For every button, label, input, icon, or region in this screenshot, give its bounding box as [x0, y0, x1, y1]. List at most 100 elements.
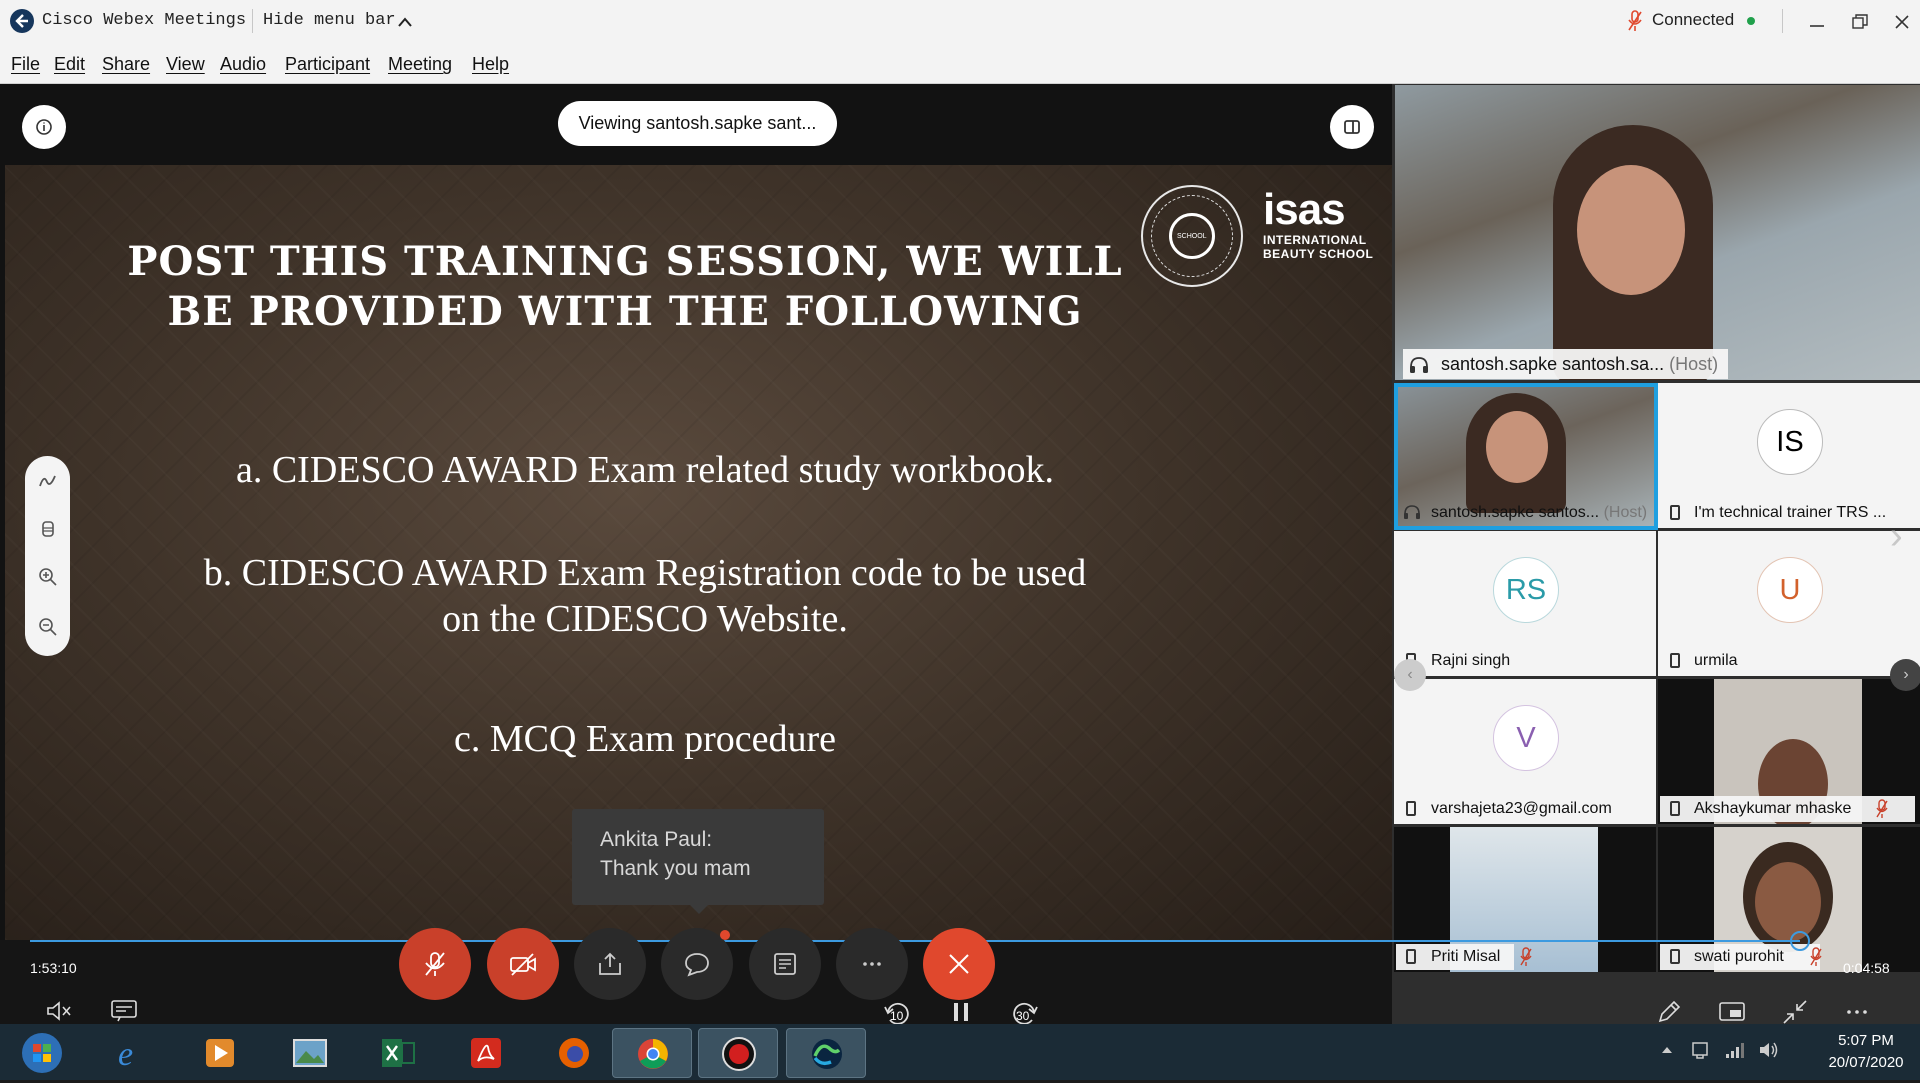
exit-fullscreen-icon[interactable]	[1782, 999, 1808, 1025]
captions-icon[interactable]	[110, 999, 138, 1023]
scroll-left-button[interactable]: ‹	[1394, 659, 1426, 691]
title-bar: Cisco Webex Meetings Hide menu bar Conne…	[0, 0, 1920, 42]
headset-icon	[1404, 505, 1420, 519]
zoom-out-icon[interactable]	[37, 616, 59, 638]
active-speaker-video[interactable]	[1395, 85, 1920, 380]
window-title: Cisco Webex Meetings	[42, 11, 247, 30]
pen-icon[interactable]	[37, 470, 59, 492]
more-icon	[863, 962, 881, 966]
mic-off-icon	[425, 952, 445, 976]
participant-name: Priti Misal	[1431, 948, 1501, 965]
scroll-right-button[interactable]: ›	[1890, 659, 1920, 691]
mute-button[interactable]	[399, 928, 471, 1000]
taskbar-acrobat[interactable]	[446, 1028, 526, 1078]
more-icon[interactable]	[1843, 1002, 1871, 1022]
speaker-mute-icon[interactable]	[46, 1000, 72, 1022]
layout-icon	[1344, 120, 1360, 134]
chat-unread-badge	[720, 930, 730, 940]
isas-logo: isas INTERNATIONAL BEAUTY SCHOOL	[1263, 185, 1374, 262]
participant-avatar: RS	[1493, 557, 1559, 623]
taskbar-webex[interactable]	[786, 1028, 866, 1078]
chat-message: Thank you mam	[600, 857, 751, 880]
pause-icon[interactable]	[951, 1000, 971, 1024]
restore-icon	[1852, 14, 1868, 29]
connection-status: Connected	[1652, 10, 1735, 29]
notes-button[interactable]	[749, 928, 821, 1000]
zoom-in-icon[interactable]	[37, 566, 59, 588]
taskbar-excel[interactable]	[358, 1028, 438, 1078]
chevron-up-icon[interactable]	[398, 17, 412, 27]
hide-menu-bar-button[interactable]: Hide menu bar	[263, 11, 396, 30]
menu-meeting[interactable]: Meeting	[388, 54, 452, 75]
slide-item-b-line1: b. CIDESCO AWARD Exam Registration code …	[203, 552, 1087, 594]
chat-notification[interactable]: Ankita Paul: Thank you mam	[572, 809, 824, 905]
participant-name: varshajeta23@gmail.com	[1431, 800, 1612, 817]
menu-view[interactable]: View	[166, 54, 205, 75]
muted-mic-icon	[1876, 799, 1888, 818]
menu-participant[interactable]: Participant	[285, 54, 370, 75]
phone-icon	[1670, 801, 1680, 816]
annotate-pencil-icon[interactable]	[1655, 998, 1683, 1026]
stop-video-button[interactable]	[487, 928, 559, 1000]
phone-icon	[1670, 653, 1680, 668]
taskbar-media-player[interactable]	[180, 1028, 260, 1078]
participant-name: I'm technical trainer TRS ...	[1694, 504, 1887, 521]
close-button[interactable]	[1880, 6, 1920, 36]
playback-progress-bar[interactable]	[30, 940, 1800, 942]
phone-icon	[1670, 949, 1680, 964]
phone-icon	[1670, 505, 1680, 520]
menu-file[interactable]: File	[11, 54, 40, 75]
signal-icon[interactable]	[1724, 1040, 1744, 1060]
volume-icon[interactable]	[1758, 1040, 1780, 1060]
participant-avatar: U	[1757, 557, 1823, 623]
elapsed-time: 1:53:10	[30, 960, 77, 976]
menu-edit[interactable]: Edit	[54, 54, 85, 75]
media-player-icon	[206, 1039, 234, 1067]
acrobat-icon	[471, 1038, 501, 1068]
taskbar-firefox[interactable]	[534, 1028, 614, 1078]
participant-name: Rajni singh	[1431, 652, 1511, 669]
restore-button[interactable]	[1838, 6, 1882, 36]
minimize-icon	[1810, 25, 1824, 27]
slide-title: POST THIS TRAINING SESSION, WE WILL BE P…	[127, 238, 1123, 335]
next-page-arrow-icon[interactable]: ›	[1890, 515, 1903, 558]
info-icon	[36, 119, 52, 135]
layout-toggle-button[interactable]	[1330, 105, 1374, 149]
webex-back-icon[interactable]	[10, 9, 34, 33]
system-clock[interactable]: 5:07 PM 20/07/2020	[1820, 1030, 1912, 1074]
more-options-button[interactable]	[836, 928, 908, 1000]
leave-meeting-button[interactable]	[923, 928, 995, 1000]
active-speaker-label: santosh.sapke santosh.sa... (Host)	[1403, 349, 1729, 379]
excel-icon	[382, 1039, 415, 1067]
picture-in-picture-icon[interactable]	[1718, 1000, 1746, 1024]
muted-mic-icon	[1520, 947, 1532, 966]
muted-mic-icon	[1628, 10, 1642, 31]
participant-avatar: IS	[1757, 409, 1823, 475]
tray-expand-icon[interactable]	[1660, 1044, 1674, 1056]
eraser-icon[interactable]	[37, 518, 59, 540]
menu-share[interactable]: Share	[102, 54, 150, 75]
menu-help[interactable]: Help	[472, 54, 509, 75]
taskbar-internet-explorer[interactable]: e	[90, 1028, 170, 1078]
remaining-time: 0:04:58	[1843, 960, 1890, 976]
share-button[interactable]	[574, 928, 646, 1000]
taskbar-photo-viewer[interactable]	[270, 1028, 350, 1078]
taskbar-chrome[interactable]	[612, 1028, 692, 1078]
notes-icon	[774, 953, 796, 975]
network-device-icon[interactable]	[1690, 1040, 1710, 1060]
viewing-share-label[interactable]: Viewing santosh.sapke sant...	[558, 101, 837, 146]
webex-icon	[812, 1039, 842, 1069]
taskbar-recorder[interactable]	[698, 1028, 778, 1078]
close-icon	[1895, 15, 1909, 29]
internet-explorer-icon: e	[118, 1036, 133, 1073]
chat-sender: Ankita Paul:	[600, 828, 713, 851]
menu-audio[interactable]: Audio	[220, 54, 266, 75]
headset-icon	[1410, 357, 1428, 373]
participant-name: santosh.sapke santos... (Host)	[1431, 504, 1648, 521]
meeting-info-button[interactable]	[22, 105, 66, 149]
participant-name: swati purohit	[1694, 948, 1784, 965]
minimize-button[interactable]	[1795, 6, 1839, 36]
start-button[interactable]	[14, 1028, 70, 1078]
close-icon	[949, 954, 969, 974]
playback-scrubber[interactable]	[1790, 931, 1810, 951]
